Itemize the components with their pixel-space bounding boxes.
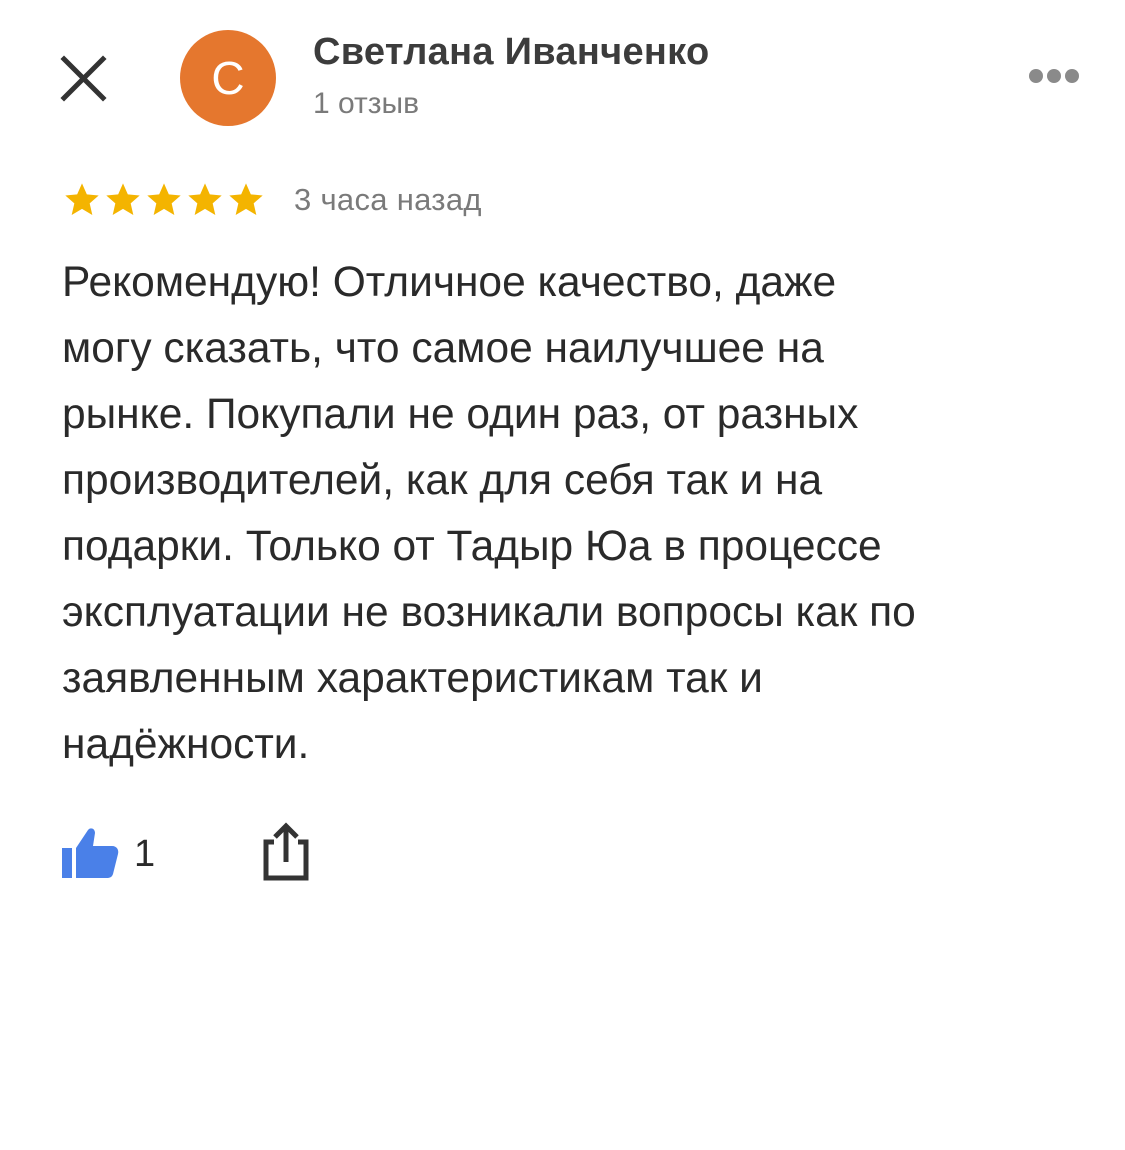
review-text-line: эксплуатации не возникали вопросы как по xyxy=(62,589,916,636)
review-text-line: подарки. Только от Тадыр Юа в процессе xyxy=(62,523,882,570)
star-icon xyxy=(144,180,184,220)
close-button[interactable] xyxy=(56,50,112,106)
star-icon xyxy=(226,180,266,220)
review-time: 3 часа назад xyxy=(294,182,482,217)
avatar[interactable]: С xyxy=(180,30,276,126)
review-text-line: заявленным характеристикам так и xyxy=(62,655,763,702)
star-icon xyxy=(103,180,143,220)
review-text-line: надёжности. xyxy=(62,721,310,768)
more-options-button[interactable] xyxy=(1022,58,1086,94)
author-review-count: 1 отзыв xyxy=(313,87,420,120)
share-button[interactable] xyxy=(258,822,314,882)
review-text-line: рынке. Покупали не один раз, от разных xyxy=(62,391,859,438)
like-count: 1 xyxy=(134,832,156,875)
review-actions: 1 xyxy=(60,822,155,886)
review-text-line: производителей, как для себя так и на xyxy=(62,457,823,504)
star-icon xyxy=(185,180,225,220)
more-horizontal-icon xyxy=(1029,69,1079,83)
rating-row: 3 часа назад xyxy=(62,178,482,222)
thumbs-up-icon xyxy=(62,828,119,878)
close-icon xyxy=(60,55,107,102)
star-rating xyxy=(62,180,266,220)
review-text-line: могу сказать, что самое наилучшее на xyxy=(62,325,824,372)
author-name[interactable]: Светлана Иванченко xyxy=(313,28,710,76)
share-icon xyxy=(263,822,309,881)
like-button[interactable]: 1 xyxy=(60,824,155,884)
review-text-line: Рекомендую! Отличное качество, даже xyxy=(62,259,837,306)
review-text: Рекомендую! Отличное качество, даже могу … xyxy=(62,250,1082,778)
star-icon xyxy=(62,180,102,220)
